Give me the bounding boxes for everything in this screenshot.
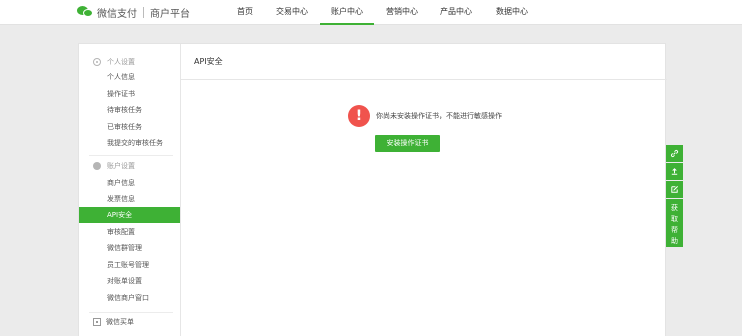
nav-home[interactable]: 首页 bbox=[235, 0, 255, 25]
upload-button[interactable] bbox=[666, 163, 683, 180]
brand-name: 微信支付 bbox=[97, 8, 137, 20]
sidebar-item-wechat-group[interactable]: 微信群管理 bbox=[79, 240, 180, 256]
notice-text: 你尚未安装操作证书，不能进行敏感操作 bbox=[376, 112, 502, 120]
main-panel: 个人设置 个人信息 操作证书 待审核任务 已审核任务 我提交的审核任务 账户设置… bbox=[78, 43, 667, 336]
upload-icon bbox=[671, 168, 678, 175]
sidebar-divider bbox=[89, 312, 173, 313]
content-header: API安全 bbox=[181, 44, 667, 80]
link-icon bbox=[670, 149, 679, 158]
nav-product-center[interactable]: 产品中心 bbox=[437, 0, 475, 25]
page-title: API安全 bbox=[194, 57, 223, 66]
warning-icon: ! bbox=[348, 105, 370, 127]
sidebar-item-pending-tasks[interactable]: 待审核任务 bbox=[79, 102, 180, 118]
sidebar-item-submitted-tasks[interactable]: 我提交的审核任务 bbox=[79, 135, 180, 151]
account-settings-icon bbox=[93, 162, 101, 170]
brand-divider bbox=[143, 6, 144, 18]
user-settings-icon bbox=[93, 58, 101, 66]
nav-account-center[interactable]: 账户中心 bbox=[320, 0, 374, 25]
top-bar: 微信支付 商户平台 首页 交易中心 账户中心 营销中心 产品中心 数据中心 bbox=[0, 0, 742, 25]
sidebar-divider bbox=[89, 155, 173, 156]
sidebar-item-invoice-info[interactable]: 发票信息 bbox=[79, 191, 180, 207]
qr-code-icon bbox=[93, 318, 101, 326]
sidebar-item-merchant-window[interactable]: 微信商户窗口 bbox=[79, 290, 180, 306]
wechat-logo-icon bbox=[77, 6, 93, 18]
nav-trade-center[interactable]: 交易中心 bbox=[273, 0, 311, 25]
help-char: 取 bbox=[671, 215, 678, 223]
help-char: 助 bbox=[671, 237, 678, 245]
help-char: 帮 bbox=[671, 226, 678, 234]
sidebar-group-personal: 个人设置 bbox=[93, 56, 135, 68]
edit-button[interactable] bbox=[666, 181, 683, 198]
sidebar-group-title: 个人设置 bbox=[107, 58, 135, 66]
sidebar-item-wechat-pay-bill[interactable]: 微信买单 bbox=[93, 316, 134, 328]
sidebar-item-review-config[interactable]: 审核配置 bbox=[79, 224, 180, 240]
brand-subtitle: 商户平台 bbox=[150, 8, 190, 20]
nav-data-center[interactable]: 数据中心 bbox=[493, 0, 531, 25]
sidebar-item-api-security[interactable]: API安全 bbox=[79, 207, 180, 223]
nav-marketing-center[interactable]: 营销中心 bbox=[383, 0, 421, 25]
sidebar-bottom-label: 微信买单 bbox=[106, 318, 134, 326]
sidebar-item-statement-settings[interactable]: 对账单设置 bbox=[79, 273, 180, 289]
install-certificate-button[interactable]: 安装操作证书 bbox=[375, 135, 440, 152]
wechat-pay-logo[interactable]: 微信支付 商户平台 bbox=[77, 4, 190, 20]
link-button[interactable] bbox=[666, 145, 683, 162]
edit-icon bbox=[671, 185, 679, 193]
content-area: API安全 ! 你尚未安装操作证书，不能进行敏感操作 安装操作证书 bbox=[181, 44, 667, 336]
sidebar-item-reviewed-tasks[interactable]: 已审核任务 bbox=[79, 119, 180, 135]
sidebar-item-merchant-info[interactable]: 商户信息 bbox=[79, 175, 180, 191]
sidebar-group-account: 账户设置 bbox=[93, 160, 135, 172]
get-help-button[interactable]: 获 取 帮 助 bbox=[666, 199, 683, 247]
sidebar-item-personal-info[interactable]: 个人信息 bbox=[79, 69, 180, 85]
sidebar: 个人设置 个人信息 操作证书 待审核任务 已审核任务 我提交的审核任务 账户设置… bbox=[79, 44, 181, 336]
sidebar-group-title: 账户设置 bbox=[107, 162, 135, 170]
certificate-notice: ! 你尚未安装操作证书，不能进行敏感操作 bbox=[348, 105, 502, 127]
sidebar-item-certificate[interactable]: 操作证书 bbox=[79, 86, 180, 102]
help-char: 获 bbox=[671, 204, 678, 212]
sidebar-item-staff-accounts[interactable]: 员工账号管理 bbox=[79, 257, 180, 273]
